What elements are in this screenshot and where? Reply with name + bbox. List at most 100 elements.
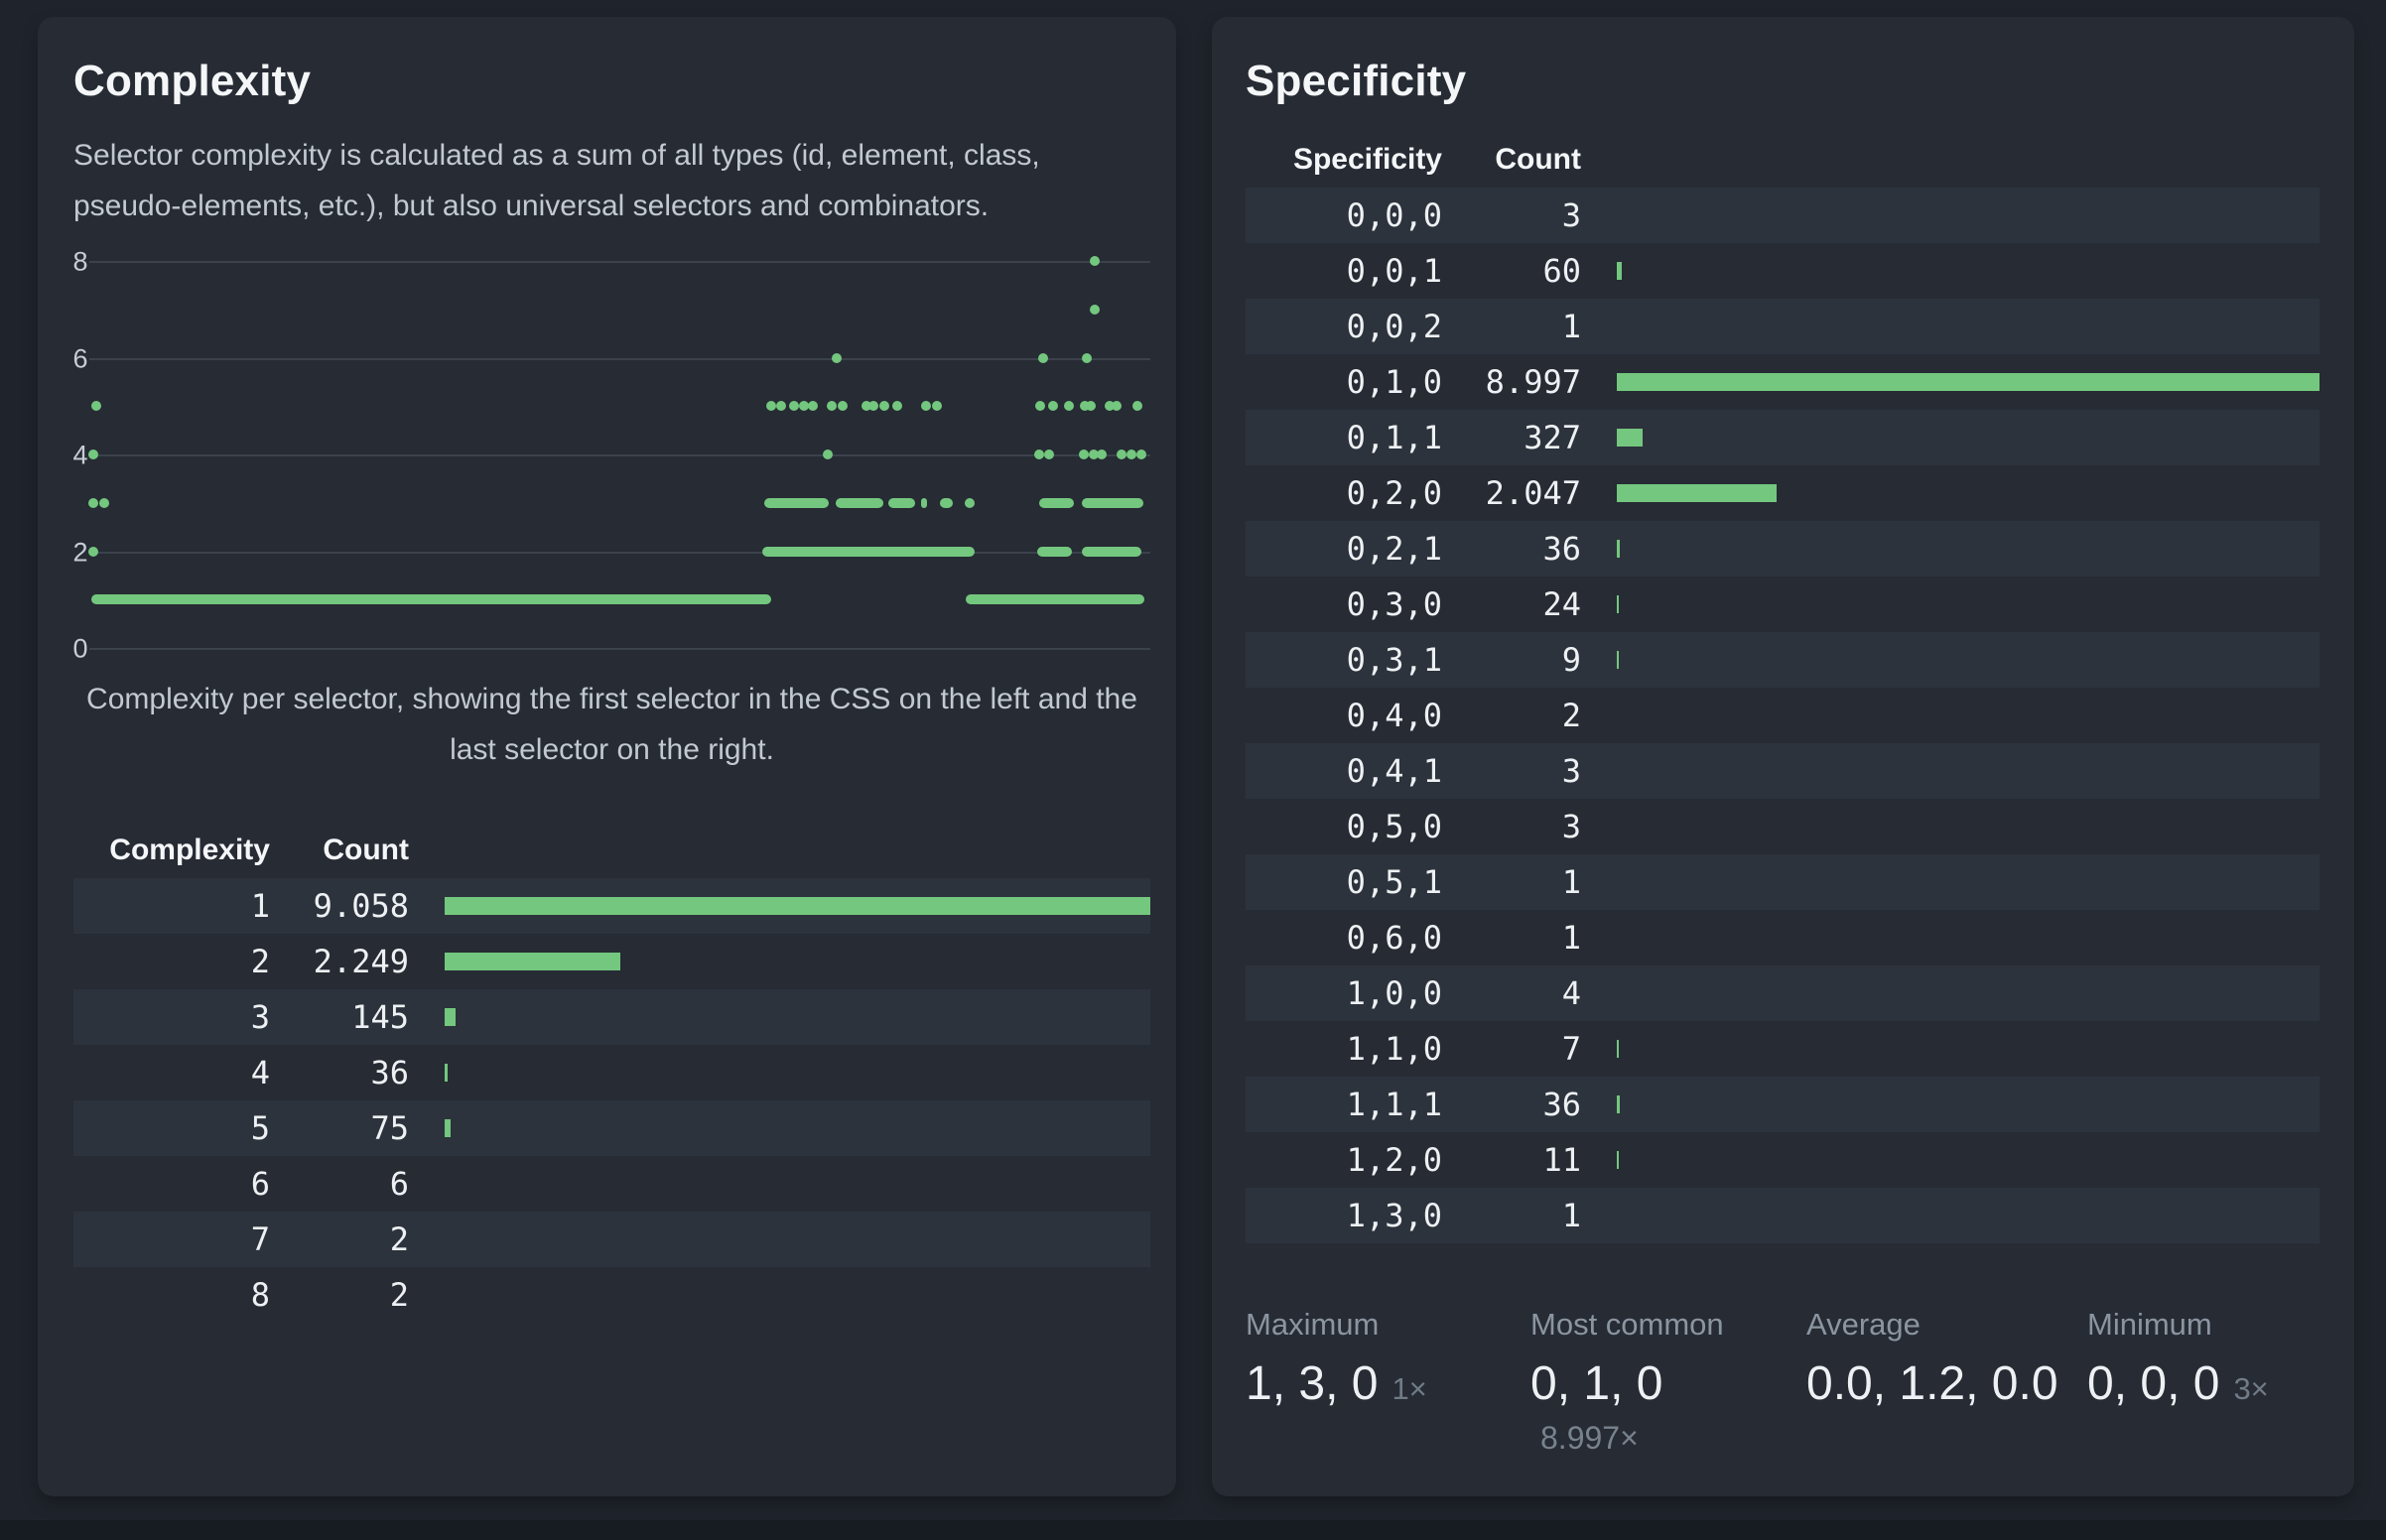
count-bar xyxy=(445,1119,451,1137)
row-label: 1,2,0 xyxy=(1246,1141,1444,1179)
scatter-dot xyxy=(1090,256,1100,266)
scatter-segment xyxy=(888,498,915,508)
stat-value: 0.0, 1.2, 0.0 xyxy=(1806,1357,2058,1410)
scatter-segment xyxy=(921,498,927,508)
scatter-dot xyxy=(838,401,848,411)
count-bar xyxy=(1617,651,1619,669)
row-label: 0,4,1 xyxy=(1246,752,1444,790)
table-row: 0,4,13 xyxy=(1246,743,2320,799)
row-count: 9.058 xyxy=(272,887,411,925)
stat-average: Average 0.0, 1.2, 0.0 xyxy=(1806,1307,2087,1457)
row-label: 0,0,1 xyxy=(1246,252,1444,290)
table-row: 0,1,1327 xyxy=(1246,410,2320,465)
count-bar xyxy=(445,897,1150,915)
row-count: 6 xyxy=(272,1165,411,1203)
stat-label: Average xyxy=(1806,1307,2067,1343)
row-label: 1,1,1 xyxy=(1246,1086,1444,1123)
row-label: 8 xyxy=(73,1276,272,1314)
scatter-segment xyxy=(1039,498,1074,508)
scatter-dot xyxy=(1034,449,1044,459)
row-bar-cell xyxy=(411,878,1150,934)
row-bar-cell xyxy=(1583,577,2320,632)
scatter-dot xyxy=(1064,401,1074,411)
row-bar-cell xyxy=(1583,743,2320,799)
scatter-dot xyxy=(88,498,98,508)
count-bar xyxy=(1617,373,2320,391)
table-row: 72 xyxy=(73,1212,1150,1267)
row-label: 1,0,0 xyxy=(1246,974,1444,1012)
scatter-dot xyxy=(99,498,109,508)
row-bar-cell xyxy=(1583,1132,2320,1188)
stat-minimum: Minimum0, 0, 03× xyxy=(2087,1307,2320,1457)
table-row: 66 xyxy=(73,1156,1150,1212)
row-count: 11 xyxy=(1444,1141,1583,1179)
table-row: 1,1,07 xyxy=(1246,1021,2320,1077)
row-label: 7 xyxy=(73,1220,272,1258)
row-count: 24 xyxy=(1444,585,1583,623)
row-label: 3 xyxy=(73,998,272,1036)
row-label: 1,3,0 xyxy=(1246,1197,1444,1234)
row-count: 145 xyxy=(272,998,411,1036)
row-count: 3 xyxy=(1444,808,1583,845)
count-bar xyxy=(445,1008,456,1026)
scatter-dot xyxy=(1132,401,1142,411)
table-row: 1,1,136 xyxy=(1246,1077,2320,1132)
table-row: 0,0,21 xyxy=(1246,299,2320,354)
row-label: 0,2,1 xyxy=(1246,530,1444,568)
row-bar-cell xyxy=(1583,965,2320,1021)
scatter-dot xyxy=(827,401,837,411)
scatter-dot xyxy=(965,498,975,508)
scatter-dot xyxy=(1127,449,1136,459)
scatter-segment xyxy=(762,547,975,557)
count-bar xyxy=(1617,262,1622,280)
scatter-segment xyxy=(940,498,953,508)
row-count: 2.047 xyxy=(1444,474,1583,512)
row-bar-cell xyxy=(1583,1021,2320,1077)
row-label: 4 xyxy=(73,1054,272,1091)
table-row: 3145 xyxy=(73,989,1150,1045)
row-label: 0,5,1 xyxy=(1246,863,1444,901)
stat-multiplier: 3× xyxy=(2233,1371,2268,1406)
row-count: 36 xyxy=(1444,1086,1583,1123)
scatter-dot xyxy=(1086,401,1096,411)
scatter-dot xyxy=(832,353,842,363)
row-bar-cell xyxy=(411,989,1150,1045)
row-count: 7 xyxy=(1444,1030,1583,1068)
row-label: 0,3,0 xyxy=(1246,585,1444,623)
table-row: 0,5,03 xyxy=(1246,799,2320,854)
row-label: 6 xyxy=(73,1165,272,1203)
row-bar-cell xyxy=(1583,299,2320,354)
row-bar-cell xyxy=(1583,243,2320,299)
scatter-dot xyxy=(776,401,786,411)
table-row: 1,2,011 xyxy=(1246,1132,2320,1188)
row-count: 1 xyxy=(1444,308,1583,345)
scatter-dot xyxy=(868,401,878,411)
row-count: 327 xyxy=(1444,419,1583,456)
stat-most-common: Most common0, 1, 08.997× xyxy=(1530,1307,1806,1457)
stat-maximum: Maximum1, 3, 01× xyxy=(1246,1307,1530,1457)
row-count: 4 xyxy=(1444,974,1583,1012)
complexity-table-header: Complexity Count xyxy=(73,823,1150,878)
row-label: 0,2,0 xyxy=(1246,474,1444,512)
stat-label: Maximum xyxy=(1246,1307,1511,1343)
row-count: 1 xyxy=(1444,1197,1583,1234)
stat-value: 0, 1, 0 xyxy=(1530,1357,1662,1410)
row-label: 5 xyxy=(73,1109,272,1147)
y-axis-tick-label: 0 xyxy=(67,634,93,665)
scatter-dot xyxy=(789,401,799,411)
stat-value: 0, 0, 0 xyxy=(2087,1357,2219,1410)
specificity-table: Specificity Count 0,0,030,0,1600,0,210,1… xyxy=(1246,132,2320,1243)
row-bar-cell xyxy=(1583,799,2320,854)
row-count: 2 xyxy=(272,1220,411,1258)
row-label: 0,0,2 xyxy=(1246,308,1444,345)
scatter-dot xyxy=(799,401,809,411)
row-count: 3 xyxy=(1444,752,1583,790)
row-count: 36 xyxy=(1444,530,1583,568)
specificity-panel: Specificity Specificity Count 0,0,030,0,… xyxy=(1212,17,2354,1496)
scatter-dot xyxy=(932,401,942,411)
specificity-stats: Maximum1, 3, 01×Most common0, 1, 08.997×… xyxy=(1246,1307,2320,1457)
table-row: 575 xyxy=(73,1100,1150,1156)
row-bar-cell xyxy=(411,1267,1150,1323)
row-count: 9 xyxy=(1444,641,1583,679)
scatter-dot xyxy=(1097,449,1107,459)
